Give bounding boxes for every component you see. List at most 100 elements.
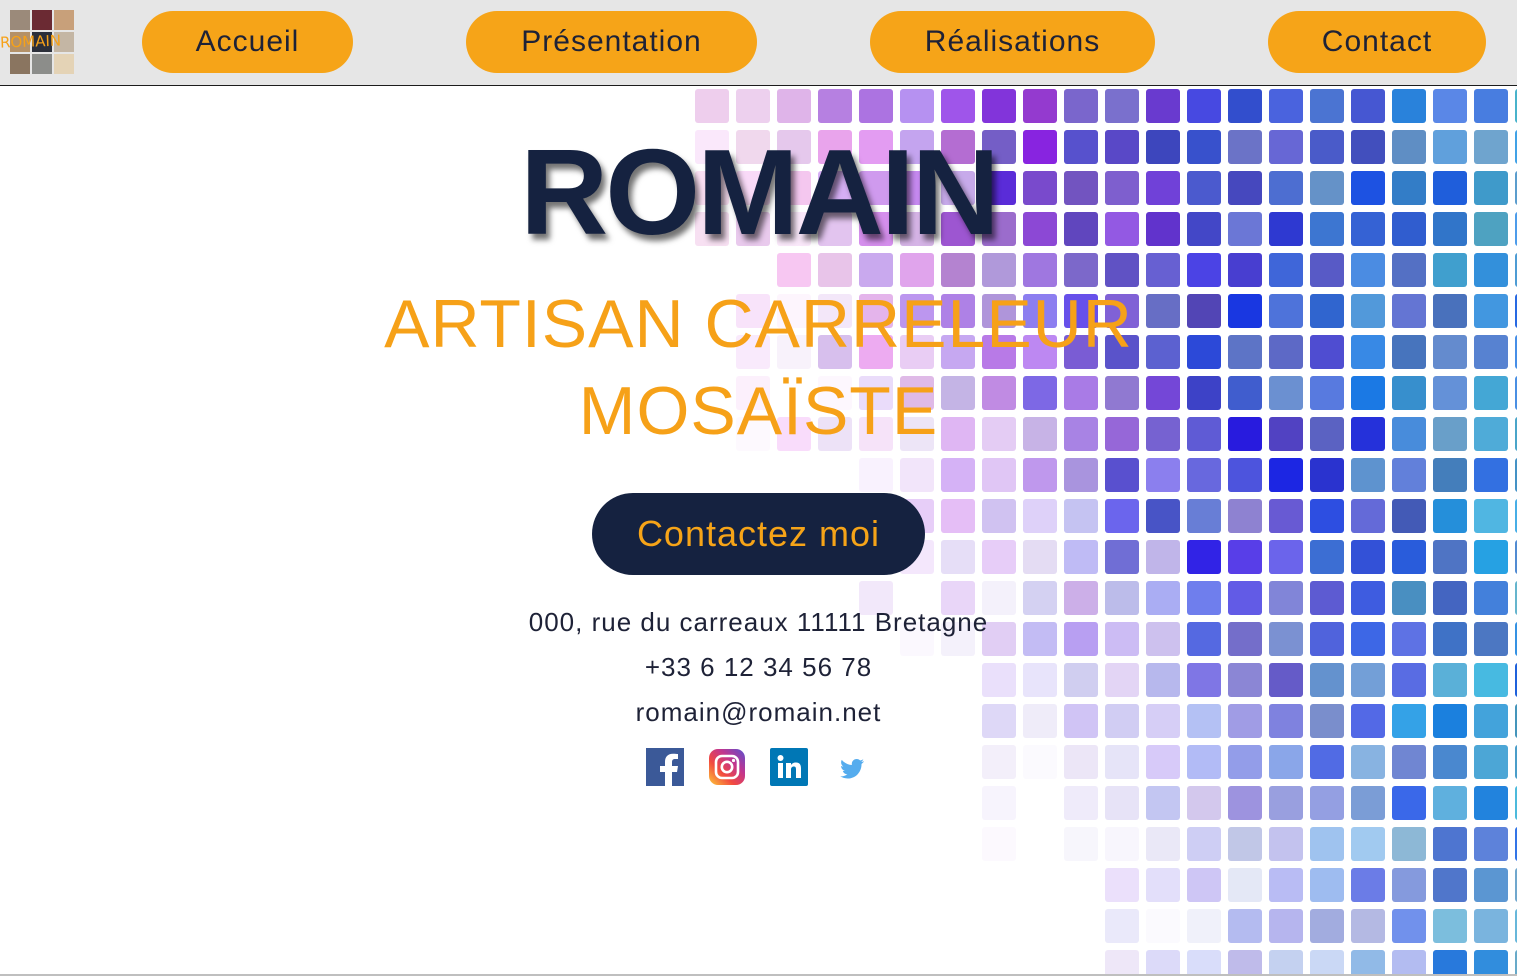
mosaic-tile [982,827,1016,861]
mosaic-tile [1105,950,1139,976]
facebook-icon[interactable] [646,748,684,786]
mosaic-tile [1105,827,1139,861]
mosaic-tile [1064,458,1098,492]
mosaic-tile [1187,868,1221,902]
mosaic-tile [1228,499,1262,533]
mosaic-tile [1474,540,1508,574]
mosaic-tile [1187,253,1221,287]
mosaic-tile [1105,253,1139,287]
instagram-icon[interactable] [708,748,746,786]
mosaic-tile [900,89,934,123]
mosaic-tile [1023,253,1057,287]
mosaic-tile [1474,745,1508,779]
mosaic-tile [1351,458,1385,492]
mosaic-tile [1105,89,1139,123]
mosaic-tile [1146,458,1180,492]
mosaic-tile [1351,909,1385,943]
mosaic-tile [1310,89,1344,123]
logo-tile [54,54,74,74]
mosaic-tile [777,89,811,123]
mosaic-tile [1474,786,1508,820]
mosaic-tile [941,499,975,533]
mosaic-tile [1433,950,1467,976]
mosaic-tile [1310,253,1344,287]
mosaic-tile [1146,909,1180,943]
mosaic-tile [1228,868,1262,902]
mosaic-tile [1392,868,1426,902]
mosaic-tile [982,540,1016,574]
mosaic-tile [1392,950,1426,976]
mosaic-tile [1187,499,1221,533]
mosaic-tile [1392,253,1426,287]
mosaic-tile [1474,827,1508,861]
mosaic-tile [1023,89,1057,123]
email-text: romain@romain.net [635,697,882,727]
mosaic-tile [1105,745,1139,779]
mosaic-tile [1146,950,1180,976]
mosaic-tile [1105,868,1139,902]
nav-presentation-label: Présentation [521,25,702,58]
navbar: ROMAIN Accueil Présentation Réalisations… [0,0,1517,86]
mosaic-tile [1269,868,1303,902]
mosaic-tile [941,458,975,492]
mosaic-tile [1228,950,1262,976]
mosaic-tile [982,458,1016,492]
mosaic-tile [1187,745,1221,779]
mosaic-tile [1392,89,1426,123]
nav-contact-label: Contact [1321,25,1433,58]
mosaic-tile [1023,745,1057,779]
nav-presentation-button[interactable]: Présentation [466,11,757,73]
mosaic-tile [1392,745,1426,779]
mosaic-tile [1351,89,1385,123]
mosaic-tile [1064,253,1098,287]
mosaic-tile [1269,745,1303,779]
contact-me-button[interactable]: Contactez moi [592,493,925,575]
mosaic-tile [1433,458,1467,492]
twitter-icon[interactable] [833,748,871,786]
mosaic-tile [1187,950,1221,976]
linkedin-icon[interactable] [770,748,808,786]
mosaic-tile [900,458,934,492]
mosaic-tile [1433,909,1467,943]
mosaic-tile [1351,540,1385,574]
logo-tile [54,10,74,30]
mosaic-tile [1310,458,1344,492]
mosaic-tile [818,89,852,123]
mosaic-tile [1146,745,1180,779]
nav-contact-button[interactable]: Contact [1268,11,1486,73]
mosaic-tile [1392,540,1426,574]
contact-me-label: Contactez moi [636,513,881,554]
mosaic-tile [1269,253,1303,287]
nav-realisations-button[interactable]: Réalisations [870,11,1155,73]
mosaic-tile [982,499,1016,533]
mosaic-tile [1351,499,1385,533]
nav-realisations-label: Réalisations [924,25,1101,58]
mosaic-tile [1105,909,1139,943]
mosaic-tile [1392,827,1426,861]
mosaic-tile [1433,827,1467,861]
mosaic-tile [859,458,893,492]
mosaic-tile [1146,827,1180,861]
mosaic-tile [1228,786,1262,820]
mosaic-tile [1187,540,1221,574]
logo-tile [10,10,30,30]
logo-tile [32,10,52,30]
logo[interactable]: ROMAIN [0,8,76,76]
mosaic-tile [1392,458,1426,492]
mosaic-tile [1187,458,1221,492]
nav-accueil-button[interactable]: Accueil [142,11,353,73]
mosaic-tile [982,786,1016,820]
mosaic-tile [736,89,770,123]
mosaic-tile [1146,89,1180,123]
mosaic-tile [1351,868,1385,902]
mosaic-tile [1228,745,1262,779]
mosaic-tile [1269,458,1303,492]
mosaic-tile [941,540,975,574]
mosaic-tile [1228,909,1262,943]
mosaic-tile [1351,745,1385,779]
mosaic-tile [1064,540,1098,574]
mosaic-tile [1023,458,1057,492]
mosaic-tile [1187,909,1221,943]
mosaic-tile [1474,89,1508,123]
mosaic-tile [1433,868,1467,902]
